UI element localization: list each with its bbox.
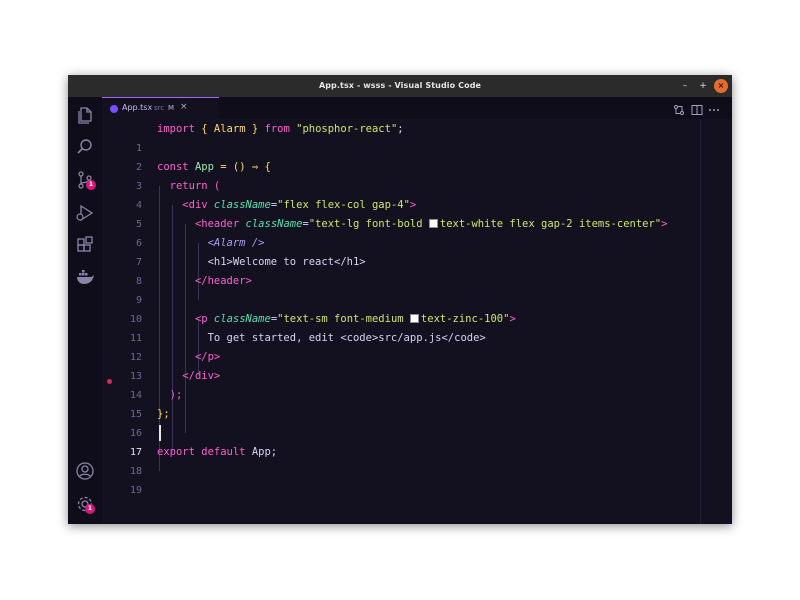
code-line-active: 17 [102,424,722,458]
tab-modified-status: M [168,104,175,112]
line-code: const App = () ⇒ { [157,161,271,173]
line-code: <h1>Welcome to react</h1> [207,256,366,268]
title-bar: App.tsx - wsss - Visual Studio Code – + … [68,75,732,97]
settings-gear-icon[interactable]: 1 [75,494,95,514]
docker-icon[interactable] [75,267,95,287]
code-line: 16 }; [102,405,722,439]
compare-changes-icon[interactable] [673,101,687,115]
line-code: <p className="text-sm font-medium text-z… [194,313,516,325]
minimize-button[interactable]: – [678,79,692,93]
search-icon[interactable] [75,137,95,157]
line-code: }; [157,408,170,420]
run-debug-icon[interactable] [75,203,95,223]
split-editor-icon[interactable] [691,101,705,115]
extensions-icon[interactable] [75,236,95,256]
code-line: 12 To get started, edit <code>src/app.js… [102,329,722,363]
color-swatch-zinc [409,314,419,323]
close-window-button[interactable]: × [714,79,728,93]
source-control-icon[interactable]: 1 [75,170,96,190]
account-icon[interactable] [75,461,95,481]
line-code: <header className="text-lg font-bold tex… [194,218,668,230]
code-line: 9 </header> [102,272,722,306]
code-line: 19 [102,462,722,496]
line-code: </header> [194,275,252,287]
line-code: return ( [169,180,221,192]
code-line: 4 return ( [102,177,722,211]
code-line: 3 const App = () ⇒ { [102,158,722,192]
tsx-file-icon [110,105,118,113]
line-code: export default App; [157,446,278,458]
tab-filename: App.tsx [122,103,153,112]
activity-bar: 1 1 [68,97,102,524]
source-control-badge: 1 [86,180,96,190]
code-line: 8 <h1>Welcome to react</h1> [102,253,722,287]
code-line: 6 <header className="text-lg font-bold t… [102,215,722,249]
code-line: 2 [102,139,722,173]
tab-app-tsx[interactable]: App.tsx src M × [102,97,219,119]
line-code: <div className="flex flex-col gap-4"> [182,199,417,211]
line-code: import { Alarm } from "phosphor-react"; [157,123,404,135]
code-line: 1 import { Alarm } from "phosphor-react"… [102,120,722,154]
window-title: App.tsx - wsss - Visual Studio Code [318,81,482,90]
color-swatch-white [428,219,438,228]
more-actions-icon[interactable] [708,101,722,115]
line-code: </p> [194,351,221,363]
tabs-bar: App.tsx src M × [102,97,732,119]
tab-close-icon[interactable]: × [180,102,188,112]
code-line: 5 <div className="flex flex-col gap-4"> [102,196,722,230]
code-editor[interactable]: 1 import { Alarm } from "phosphor-react"… [102,119,732,524]
text-cursor [159,425,161,441]
settings-badge: 1 [85,504,95,514]
line-code: <Alarm /> [207,237,265,249]
line-code: To get started, edit <code>src/app.js</c… [207,332,486,344]
files-icon[interactable] [75,105,95,125]
code-line: 14 </div> [102,367,722,401]
line-code: ); [169,389,183,401]
line-code: </div> [182,370,221,382]
vscode-window: App.tsx - wsss - Visual Studio Code – + … [68,75,732,524]
code-line: 10 [102,291,722,325]
code-line: 11 <p className="text-sm font-medium tex… [102,310,722,344]
minimap[interactable] [700,119,732,524]
code-line: 7 <Alarm /> [102,234,722,268]
line-number: 19 [129,485,142,496]
tab-folder: src [154,104,165,112]
code-line: 18 export default App; [102,443,722,477]
maximize-button[interactable]: + [696,79,710,93]
code-line: 15 ); [102,386,722,420]
code-line: 13 </p> [102,348,722,382]
